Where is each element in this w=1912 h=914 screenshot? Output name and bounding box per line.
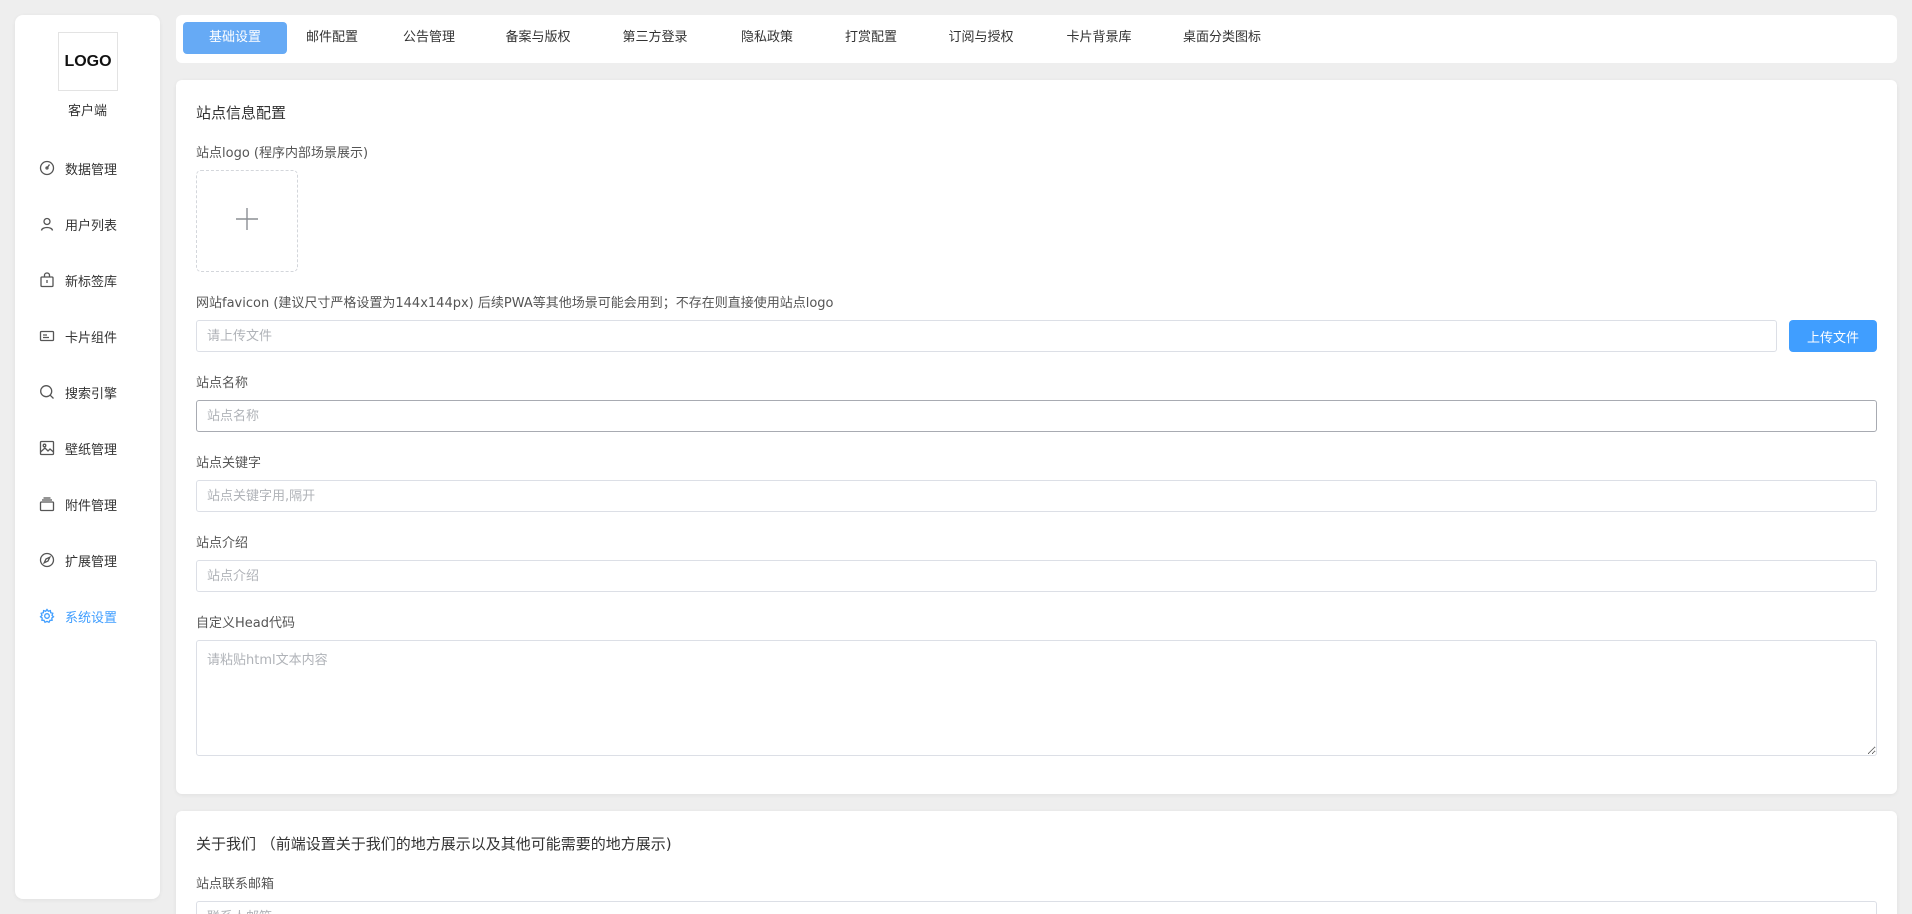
sidebar-item-attachments[interactable]: 附件管理 [15, 476, 160, 532]
gear-icon [38, 607, 56, 625]
picture-icon [38, 439, 56, 457]
tab-privacy[interactable]: 隐私政策 [715, 22, 819, 54]
favicon-input[interactable] [196, 320, 1777, 352]
sidebar-item-label: 搜索引擎 [65, 386, 118, 402]
intro-label: 站点介绍 [196, 536, 249, 551]
dashboard-icon [38, 159, 56, 177]
tab-bar: 基础设置 邮件配置 公告管理 备案与版权 第三方登录 隐私政策 打赏配置 订阅与… [176, 15, 1897, 63]
sidebar-item-label: 扩展管理 [65, 554, 118, 570]
logo-label: 站点logo (程序内部场景展示) [196, 146, 369, 161]
head-code-textarea[interactable] [196, 640, 1877, 756]
about-card: 关于我们 （前端设置关于我们的地方展示以及其他可能需要的地方展示) 站点联系邮箱 [176, 811, 1897, 914]
site-name-label: 站点名称 [196, 376, 249, 391]
tab-reward[interactable]: 打赏配置 [819, 22, 923, 54]
sidebar-item-extensions[interactable]: 扩展管理 [15, 532, 160, 588]
tab-mail[interactable]: 邮件配置 [287, 22, 377, 54]
sidebar: LOGO 客户端 数据管理 用户列表 新标签库 卡片组件 搜索引擎 壁纸管理 附… [15, 15, 160, 899]
logo-upload[interactable] [196, 170, 298, 272]
sidebar-item-label: 新标签库 [65, 274, 118, 290]
tab-third-party-login[interactable]: 第三方登录 [595, 22, 715, 54]
sidebar-item-users[interactable]: 用户列表 [15, 196, 160, 252]
tab-desktop-icons[interactable]: 桌面分类图标 [1159, 22, 1285, 54]
tab-announcement[interactable]: 公告管理 [377, 22, 481, 54]
logo: LOGO [58, 32, 118, 91]
files-icon [38, 495, 56, 513]
sidebar-nav: 数据管理 用户列表 新标签库 卡片组件 搜索引擎 壁纸管理 附件管理 扩展管理 … [15, 140, 160, 644]
sidebar-item-label: 系统设置 [65, 610, 118, 626]
tab-record-copyright[interactable]: 备案与版权 [481, 22, 595, 54]
tab-card-backgrounds[interactable]: 卡片背景库 [1039, 22, 1159, 54]
sidebar-item-data[interactable]: 数据管理 [15, 140, 160, 196]
compass-icon [38, 551, 56, 569]
head-code-label: 自定义Head代码 [196, 616, 295, 631]
sidebar-item-wallpaper[interactable]: 壁纸管理 [15, 420, 160, 476]
card-icon [38, 327, 56, 345]
sidebar-item-label: 卡片组件 [65, 330, 118, 346]
sidebar-item-cards[interactable]: 卡片组件 [15, 308, 160, 364]
site-info-card: 站点信息配置 站点logo (程序内部场景展示) 网站favicon (建议尺寸… [176, 80, 1897, 794]
sidebar-item-label: 用户列表 [65, 218, 118, 234]
email-label: 站点联系邮箱 [196, 877, 275, 892]
sidebar-item-label: 壁纸管理 [65, 442, 118, 458]
bag-icon [38, 271, 56, 289]
keywords-label: 站点关键字 [196, 456, 262, 471]
sidebar-item-tags[interactable]: 新标签库 [15, 252, 160, 308]
tab-basic-settings[interactable]: 基础设置 [183, 22, 287, 54]
upload-button[interactable]: 上传文件 [1789, 320, 1877, 352]
sidebar-item-settings[interactable]: 系统设置 [15, 588, 160, 644]
sidebar-item-label: 附件管理 [65, 498, 118, 514]
section-title: 关于我们 （前端设置关于我们的地方展示以及其他可能需要的地方展示) [196, 835, 672, 853]
sidebar-item-search[interactable]: 搜索引擎 [15, 364, 160, 420]
section-title: 站点信息配置 [196, 104, 287, 122]
tab-subscription[interactable]: 订阅与授权 [923, 22, 1039, 54]
intro-input[interactable] [196, 560, 1877, 592]
client-label: 客户端 [67, 104, 107, 119]
site-name-input[interactable] [196, 400, 1877, 432]
plus-icon [234, 206, 260, 236]
search-icon [38, 383, 56, 401]
favicon-label: 网站favicon (建议尺寸严格设置为144x144px) 后续PWA等其他场… [196, 296, 834, 311]
keywords-input[interactable] [196, 480, 1877, 512]
sidebar-item-label: 数据管理 [65, 162, 118, 178]
user-icon [38, 215, 56, 233]
email-input[interactable] [196, 901, 1877, 914]
